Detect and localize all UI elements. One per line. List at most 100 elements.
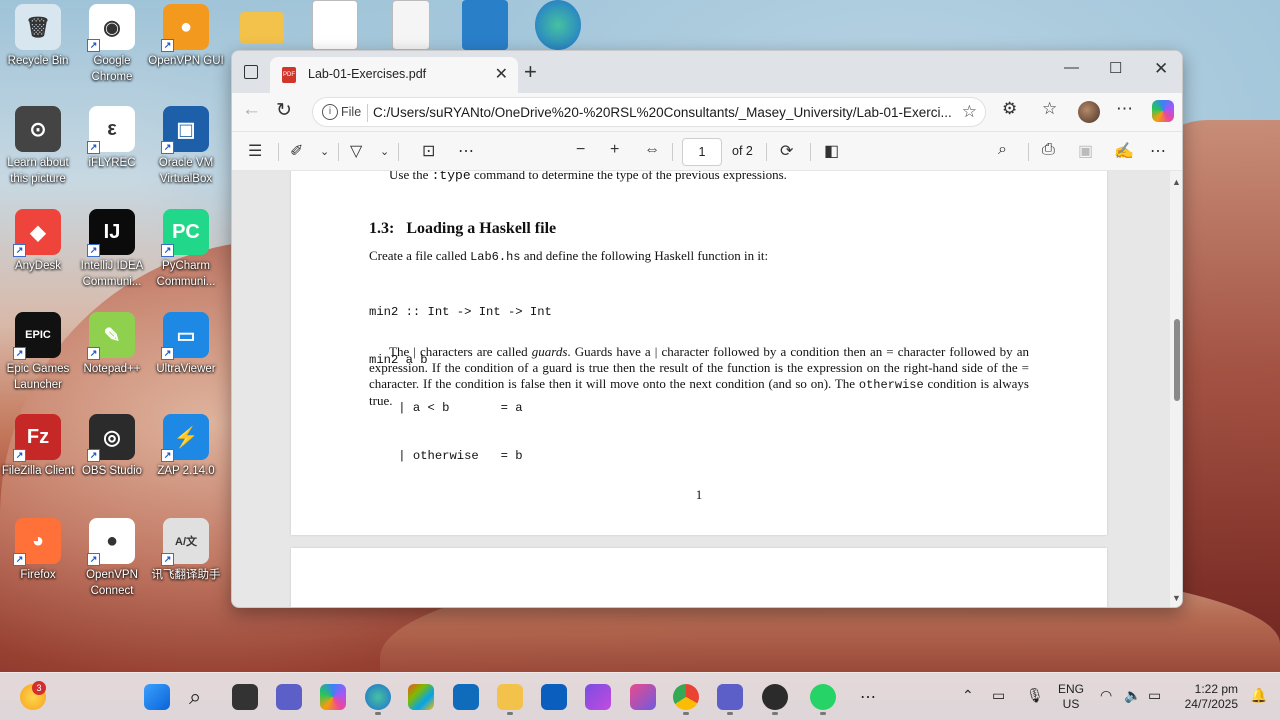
desktop-icon[interactable]: 🗑 Recycle Bin xyxy=(0,4,76,69)
cast-icon[interactable]: ▭ xyxy=(992,687,1005,704)
desktop-icon[interactable]: ● ↗ OpenVPN GUI xyxy=(148,4,224,69)
pdf-page-2 xyxy=(291,548,1107,607)
folder-icon[interactable] xyxy=(240,12,284,44)
save-as-icon[interactable]: ✍ xyxy=(1114,141,1134,161)
page-number-input[interactable]: 1 xyxy=(682,138,722,166)
chevron-down-icon[interactable]: ⌄ xyxy=(380,145,389,158)
desktop-icon[interactable]: ✎ ↗ Notepad++ xyxy=(74,312,150,377)
print-icon[interactable]: ⎙ xyxy=(1042,141,1055,159)
app-icon: Fz ↗ xyxy=(13,414,61,462)
scroll-up-icon[interactable]: ▲ xyxy=(1172,177,1181,187)
file-explorer-icon[interactable] xyxy=(497,684,523,710)
desktop-icon[interactable]: Fz ↗ FileZilla Client xyxy=(0,414,76,479)
document-icon[interactable] xyxy=(392,0,430,50)
desktop-icon[interactable]: ● ↗ OpenVPN Connect xyxy=(74,518,150,599)
edge-icon[interactable] xyxy=(535,0,581,50)
desktop-icon[interactable]: ◆ ↗ AnyDesk xyxy=(0,209,76,274)
desktop-icon[interactable]: ⊙ Learn about this picture xyxy=(0,106,76,187)
store-icon[interactable] xyxy=(408,684,434,710)
close-tab-icon[interactable]: ✕ xyxy=(495,64,508,84)
document-icon[interactable] xyxy=(312,0,358,50)
active-indicator xyxy=(820,712,826,715)
desktop-icon[interactable]: ◕ ↗ Firefox xyxy=(0,518,76,583)
edge-icon[interactable] xyxy=(365,684,391,710)
language-indicator[interactable]: ENG US xyxy=(1058,682,1084,712)
windows-start-icon[interactable] xyxy=(144,684,170,710)
draw-icon[interactable]: ▽ xyxy=(350,141,362,161)
copilot-icon[interactable] xyxy=(1152,100,1174,122)
outlook-icon[interactable] xyxy=(453,684,479,710)
chevron-down-icon[interactable]: ⌄ xyxy=(320,145,329,158)
rotate-icon[interactable]: ⟳ xyxy=(780,141,793,161)
clock[interactable]: 1:22 pm 24/7/2025 xyxy=(1180,682,1238,712)
favorite-star-icon[interactable]: ☆ xyxy=(962,102,977,122)
favorites-icon[interactable]: ☆ xyxy=(1042,99,1057,119)
shortcut-arrow-icon: ↗ xyxy=(161,449,174,462)
desktop-icon[interactable]: ⚡ ↗ ZAP 2.14.0 xyxy=(148,414,224,479)
teams-icon[interactable] xyxy=(717,684,743,710)
tab-pdf[interactable]: PDF Lab-01-Exercises.pdf ✕ xyxy=(270,57,518,93)
minimize-button[interactable]: — xyxy=(1064,59,1079,76)
chevron-up-icon[interactable]: ⌃ xyxy=(962,687,974,704)
zoom-out-icon[interactable]: − xyxy=(576,141,585,159)
more-apps-icon[interactable]: ⋯ xyxy=(860,687,876,707)
scrollbar-thumb[interactable] xyxy=(1174,319,1180,401)
obs-icon[interactable] xyxy=(762,684,788,710)
save-icon[interactable]: ▣ xyxy=(1078,141,1093,161)
search-icon[interactable]: ⌕ xyxy=(189,684,215,710)
text-box-icon[interactable]: ⊡ xyxy=(422,141,435,161)
maximize-button[interactable]: ☐ xyxy=(1109,59,1122,77)
page-view-icon[interactable]: ◧ xyxy=(824,141,839,161)
more-tools-icon[interactable]: ⋯ xyxy=(458,141,474,161)
fit-width-icon[interactable]: ⇔ xyxy=(644,141,660,159)
tab-actions-icon[interactable] xyxy=(244,65,258,79)
url-text[interactable]: C:/Users/suRYANto/OneDrive%20-%20RSL%20C… xyxy=(373,105,955,120)
contents-icon[interactable]: ☰ xyxy=(248,141,262,161)
volume-icon[interactable]: 🔈 xyxy=(1124,687,1141,704)
book-icon[interactable] xyxy=(462,0,508,50)
desktop-icon[interactable]: ◉ ↗ Google Chrome xyxy=(74,4,150,85)
close-window-button[interactable]: ✕ xyxy=(1154,59,1168,79)
battery-icon[interactable]: ▭ xyxy=(1148,687,1161,704)
desktop-icon[interactable]: ◎ ↗ OBS Studio xyxy=(74,414,150,479)
wifi-icon[interactable]: ◠ xyxy=(1100,687,1112,704)
clipchamp-icon[interactable] xyxy=(585,684,611,710)
active-indicator xyxy=(507,712,513,715)
desktop-icon-label: Notepad++ xyxy=(83,363,141,375)
info-icon[interactable]: i xyxy=(322,104,338,120)
chrome-icon[interactable] xyxy=(673,684,699,710)
desktop-icon[interactable]: A/文 ↗ 讯飞翻译助手 xyxy=(148,518,224,583)
whatsapp-icon[interactable] xyxy=(810,684,836,710)
back-icon[interactable]: ← xyxy=(242,99,261,121)
scroll-down-icon[interactable]: ▼ xyxy=(1172,593,1181,603)
shortcut-arrow-icon: ↗ xyxy=(87,449,100,462)
desktop-icon[interactable]: ε ↗ iFLYREC xyxy=(74,106,150,171)
desktop-icon[interactable]: PC ↗ PyCharm Communi... xyxy=(148,209,224,290)
avatar[interactable] xyxy=(1078,101,1100,123)
address-bar[interactable]: i File C:/Users/suRYANto/OneDrive%20-%20… xyxy=(312,97,986,127)
desktop-icon[interactable]: ▣ ↗ Oracle VM VirtualBox xyxy=(148,106,224,187)
task-view-icon[interactable] xyxy=(232,684,258,710)
extensions-icon[interactable]: ⚙ xyxy=(1002,99,1017,119)
search-icon[interactable]: ⌕ xyxy=(998,141,1007,159)
desktop-icon[interactable]: EPIC ↗ Epic Games Launcher xyxy=(0,312,76,393)
refresh-icon[interactable]: ↻ xyxy=(276,99,292,122)
outlook-classic-icon[interactable] xyxy=(541,684,567,710)
more-options-icon[interactable]: ⋯ xyxy=(1116,99,1133,119)
desktop-icon-label: Firefox xyxy=(20,569,56,581)
pdf-viewer[interactable]: Use the :type command to determine the t… xyxy=(232,171,1182,607)
microphone-icon[interactable]: 🎙 xyxy=(1026,687,1044,704)
new-tab-button[interactable]: + xyxy=(524,59,537,85)
notification-icon[interactable]: 🔔 xyxy=(1250,687,1267,704)
highlight-icon[interactable]: ✐ xyxy=(290,141,303,161)
divider xyxy=(766,143,767,161)
settings-more-icon[interactable]: ⋯ xyxy=(1150,141,1166,161)
desktop-icon[interactable]: ▭ ↗ UltraViewer xyxy=(148,312,224,377)
desktop-icon[interactable]: IJ ↗ IntelliJ IDEA Communi... xyxy=(74,209,150,290)
snipping-tool-icon[interactable] xyxy=(630,684,656,710)
desktop-icon-label: Epic Games Launcher xyxy=(6,363,70,391)
copilot-icon[interactable] xyxy=(320,684,346,710)
zoom-in-icon[interactable]: + xyxy=(610,141,619,159)
scrollbar[interactable]: ▲ ▼ xyxy=(1170,171,1182,607)
meet-icon[interactable] xyxy=(276,684,302,710)
